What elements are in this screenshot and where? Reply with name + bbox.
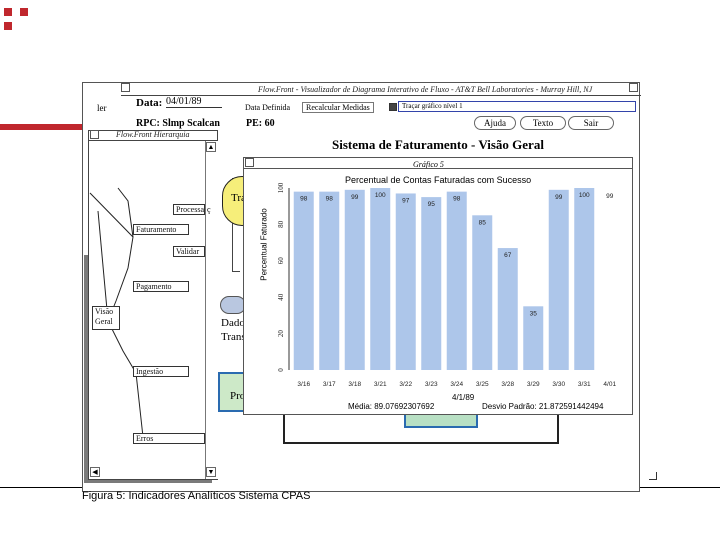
bar [395,193,416,370]
y-tick-label: 80 [277,220,285,228]
bar [370,188,391,370]
bar [319,191,340,370]
slide-accent-square [4,8,12,16]
x-tick-label: 3/22 [399,381,412,388]
chart-menu-box[interactable] [245,158,254,167]
hierarchy-menu-box[interactable] [90,130,99,139]
data-label: 97 [402,197,410,204]
left-stub-label: ler [97,103,107,113]
hierarchy-partial-label: ç [207,205,211,214]
data-label: 85 [479,219,487,226]
chart-plot: 0 20 40 60 80 100 98 3/16 98 3/17 99 3/18 100 3/21 97 3… [277,182,616,388]
behind-label-dado: Dado [221,317,245,329]
x-tick-label: 3/16 [297,381,310,388]
y-tick-label: 0 [277,368,285,372]
window-resize-corner[interactable] [649,472,657,480]
bar [497,248,518,370]
bar [472,215,493,370]
x-tick-label: 3/29 [527,381,540,388]
data-label: 100 [579,192,590,199]
x-tick-label: 3/31 [578,381,591,388]
figure-caption: Figura 5: Indicadores Analíticos Sistema… [82,490,311,502]
y-tick-label: 20 [277,330,285,338]
hier-node-erros[interactable]: Erros [133,433,205,444]
recalcular-button[interactable]: Recalcular Medidas [302,102,374,113]
x-tick-label: 3/30 [552,381,565,388]
x-tick-label: 3/18 [348,381,361,388]
hier-node-ingestao[interactable]: Ingestão [133,366,189,377]
bar [293,191,314,370]
x-tick-label: 3/28 [501,381,514,388]
data-label: 67 [504,252,512,259]
scroll-up-arrow[interactable]: ▲ [206,142,216,152]
sair-button[interactable]: Sair [568,116,614,130]
date-label: Data: [136,97,163,109]
pe-label: PE: 60 [246,118,275,129]
data-label: 100 [375,192,386,199]
data-label: 99 [351,194,359,201]
y-tick-label: 100 [277,182,285,193]
hier-node-pagamento[interactable]: Pagamento [133,281,189,292]
x-tick-label: 3/25 [476,381,489,388]
hier-node-faturamento[interactable]: Faturamento [133,224,189,235]
data-label: 98 [326,196,334,203]
y-tick-label: 60 [277,257,285,265]
x-tick-label: 3/23 [425,381,438,388]
date-value[interactable]: 04/01/89 [166,96,222,108]
tracar-checkbox[interactable] [389,103,397,111]
data-label: 99 [606,193,614,200]
behind-label-trans: Trans [221,331,246,343]
ajuda-button[interactable]: Ajuda [474,116,516,130]
texto-button[interactable]: Texto [520,116,566,130]
bar [421,197,442,370]
data-label: 98 [453,196,461,203]
data-label: 95 [428,201,436,208]
x-tick-label: 3/24 [450,381,463,388]
hierarchy-window-title: Flow.Front Hierarquia [116,130,190,139]
data-definida-button[interactable]: Data Definida [245,103,290,112]
chart-media: Média: 89.07692307692 [348,402,435,411]
scroll-down-arrow[interactable]: ▼ [206,467,216,477]
hier-node-processamento[interactable]: Processamento [173,204,205,215]
data-label: 98 [300,196,308,203]
hier-node-validar[interactable]: Validar [173,246,205,257]
bar [446,191,467,370]
data-label: 35 [530,310,538,317]
bar [574,188,595,370]
x-tick-label: 3/17 [323,381,336,388]
window-menu-box[interactable] [121,83,130,92]
tracar-label: Traçar gráfico nível 1 [402,102,463,110]
x-tick-label: 4/01 [603,381,616,388]
page-title: Sistema de Faturamento - Visão Geral [332,137,544,152]
slide-accent-square [4,22,12,30]
bar [548,189,569,370]
rpc-label: RPC: Slmp Scalcan [136,118,220,129]
y-tick-label: 40 [277,293,285,301]
data-label: 99 [555,194,563,201]
window-close-box[interactable] [629,83,638,92]
hierarchy-scrollbar[interactable] [205,141,218,479]
hier-node-visao-geral[interactable]: Visão Geral [92,306,120,330]
chart-footer-date: 4/1/89 [452,393,475,402]
bar [344,189,365,370]
main-window-title: Flow.Front - Visualizador de Diagrama In… [258,85,593,94]
chart-desvio: Desvio Padrão: 21.872591442494 [482,402,604,411]
x-tick-label: 3/21 [374,381,387,388]
slide-accent-square [20,8,28,16]
